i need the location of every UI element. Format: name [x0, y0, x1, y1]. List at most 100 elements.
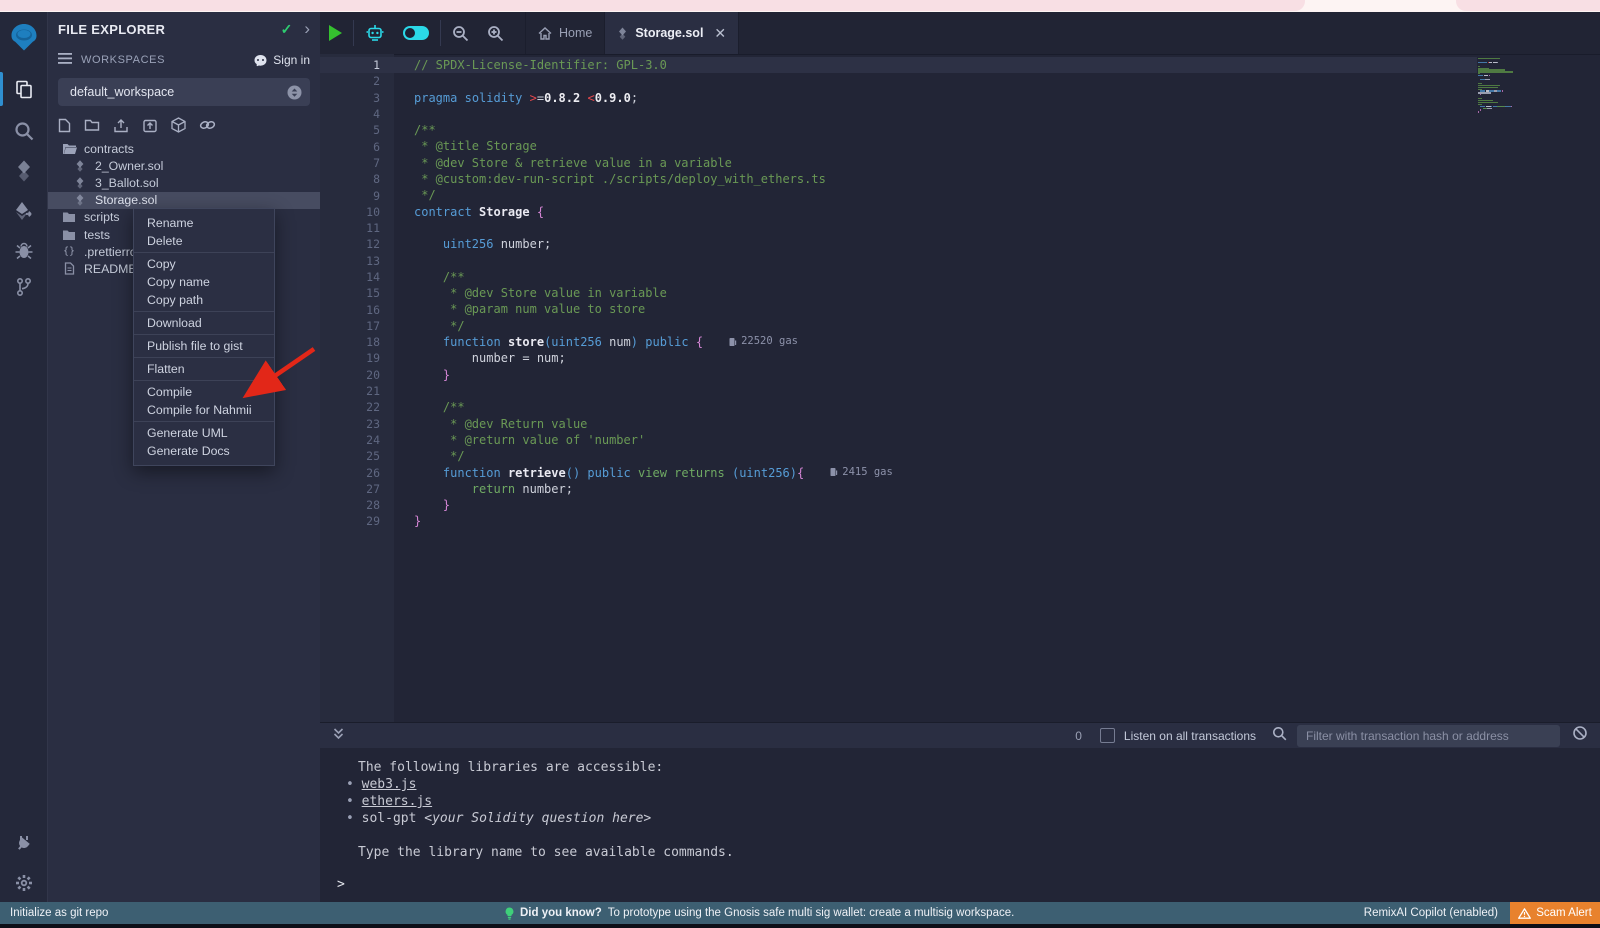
file-explorer-panel: FILE EXPLORER ✓ › WORKSPACES Sign in def…: [48, 12, 322, 902]
tab-storage-sol[interactable]: Storage.sol ✕: [605, 12, 739, 54]
code-line-17: 17 */: [320, 318, 1477, 334]
clear-filter-icon[interactable]: [1572, 725, 1588, 746]
library-link[interactable]: web3.js: [362, 777, 417, 792]
scam-alert-button[interactable]: Scam Alert: [1510, 902, 1600, 924]
deploy-run-icon[interactable]: [0, 192, 47, 230]
listen-checkbox[interactable]: [1100, 728, 1115, 743]
collapse-terminal-icon[interactable]: [332, 727, 345, 745]
listen-label: Listen on all transactions: [1124, 729, 1256, 743]
tree-item-label: 3_Ballot.sol: [95, 176, 159, 190]
settings-icon[interactable]: [0, 864, 47, 902]
sign-in-button[interactable]: Sign in: [253, 53, 310, 67]
link-icon[interactable]: [199, 118, 216, 132]
tree-item-3-ballot-sol[interactable]: 3_Ballot.sol: [48, 174, 320, 191]
line-number: 17: [320, 319, 394, 333]
remix-logo-icon[interactable]: [0, 20, 47, 58]
close-tab-icon[interactable]: ✕: [714, 25, 726, 42]
code-line-1: 1// SPDX-License-Identifier: GPL-3.0: [320, 57, 1477, 73]
menu-item-generate-uml[interactable]: Generate UML: [134, 424, 274, 442]
home-icon: [538, 27, 552, 40]
terminal-header: 0 Listen on all transactions: [320, 722, 1600, 748]
solidity-compiler-icon[interactable]: [0, 152, 47, 190]
bottom-edge: [0, 924, 1600, 928]
tab-home[interactable]: Home: [525, 12, 605, 54]
line-number: 27: [320, 482, 394, 496]
line-number: 4: [320, 107, 394, 121]
plugin-manager-icon[interactable]: [0, 824, 47, 862]
code-line-26: 26 function retrieve() public view retur…: [320, 464, 1477, 480]
workspaces-row: WORKSPACES Sign in: [48, 48, 320, 72]
workspace-select[interactable]: default_workspace: [58, 78, 310, 106]
file-explorer-icon[interactable]: [0, 70, 47, 108]
line-number: 22: [320, 400, 394, 414]
line-number: 1: [320, 58, 394, 72]
transaction-filter-input[interactable]: [1297, 725, 1560, 747]
menu-item-rename[interactable]: Rename: [134, 214, 274, 232]
tip-text: To prototype using the Gnosis safe multi…: [608, 907, 1015, 919]
debugger-icon[interactable]: [0, 232, 47, 270]
solidity-icon: [72, 177, 88, 189]
terminal-output: The following libraries are accessible:•…: [320, 748, 1600, 902]
fuel-pump-icon: [729, 337, 737, 347]
library-link[interactable]: ethers.js: [362, 794, 432, 809]
menu-item-delete[interactable]: Delete: [134, 232, 274, 250]
menu-divider: [134, 252, 274, 253]
editor-tabbar: Home Storage.sol ✕: [320, 12, 1600, 55]
upload-folder-icon[interactable]: [142, 118, 158, 133]
menu-item-download[interactable]: Download: [134, 314, 274, 332]
tree-item-label: contracts: [84, 142, 134, 156]
zoom-in-button[interactable]: [478, 12, 513, 54]
copilot-toggle[interactable]: [394, 12, 438, 54]
tree-item-storage-sol[interactable]: Storage.sol: [48, 192, 320, 209]
line-number: 16: [320, 303, 394, 317]
gas-estimate-badge: 22520 gas: [729, 333, 798, 349]
git-icon[interactable]: [0, 268, 47, 306]
menu-item-copy[interactable]: Copy: [134, 255, 274, 273]
tree-item-label: tests: [84, 228, 110, 242]
code-line-23: 23 * @dev Return value: [320, 416, 1477, 432]
new-file-icon[interactable]: [58, 118, 71, 133]
tip-title: Did you know?: [520, 907, 602, 919]
search-icon[interactable]: [0, 112, 47, 150]
terminal-prompt[interactable]: >: [337, 877, 345, 892]
zoom-out-button[interactable]: [443, 12, 478, 54]
tree-item-2-owner-sol[interactable]: 2_Owner.sol: [48, 157, 320, 174]
cube-icon[interactable]: [171, 117, 186, 133]
terminal-line: The following libraries are accessible:: [320, 759, 1600, 776]
tree-item-contracts[interactable]: contracts: [48, 140, 320, 157]
menu-item-generate-docs[interactable]: Generate Docs: [134, 442, 274, 460]
status-bar: Initialize as git repo Did you know? To …: [0, 902, 1600, 924]
icon-rail: [0, 12, 48, 902]
code-line-29: 29}: [320, 513, 1477, 529]
upload-file-icon[interactable]: [113, 118, 129, 133]
line-number: 20: [320, 368, 394, 382]
code-lines: 1// SPDX-License-Identifier: GPL-3.023pr…: [320, 57, 1477, 530]
line-number: 6: [320, 140, 394, 154]
code-line-15: 15 * @dev Store value in variable: [320, 285, 1477, 301]
init-git-repo-button[interactable]: Initialize as git repo: [10, 902, 108, 924]
menu-item-copy-name[interactable]: Copy name: [134, 273, 274, 291]
check-icon[interactable]: ✓: [281, 21, 293, 38]
file-explorer-header: FILE EXPLORER ✓ ›: [48, 12, 320, 46]
menu-item-copy-path[interactable]: Copy path: [134, 291, 274, 309]
new-folder-icon[interactable]: [84, 118, 100, 132]
code-line-3: 3pragma solidity >=0.8.2 <0.9.0;: [320, 90, 1477, 106]
ai-copilot-button[interactable]: [356, 12, 394, 54]
run-script-button[interactable]: [320, 12, 351, 54]
gas-estimate-badge: 2415 gas: [830, 464, 893, 480]
code-line-21: 21: [320, 383, 1477, 399]
line-number: 19: [320, 351, 394, 365]
chevron-right-icon[interactable]: ›: [304, 24, 310, 34]
minimap[interactable]: [1478, 58, 1568, 113]
code-line-4: 4: [320, 106, 1477, 122]
line-number: 5: [320, 123, 394, 137]
line-number: 28: [320, 498, 394, 512]
line-number: 26: [320, 466, 394, 480]
code-editor[interactable]: 1// SPDX-License-Identifier: GPL-3.023pr…: [320, 54, 1600, 722]
remixai-copilot-status[interactable]: RemixAI Copilot (enabled): [1364, 902, 1498, 924]
search-transactions-icon[interactable]: [1272, 726, 1287, 746]
hamburger-menu-icon[interactable]: [58, 51, 72, 69]
terminal: 0 Listen on all transactions The followi…: [320, 722, 1600, 902]
tree-item-label: 2_Owner.sol: [95, 159, 163, 173]
top-strip-left-shape: [0, 0, 1305, 11]
